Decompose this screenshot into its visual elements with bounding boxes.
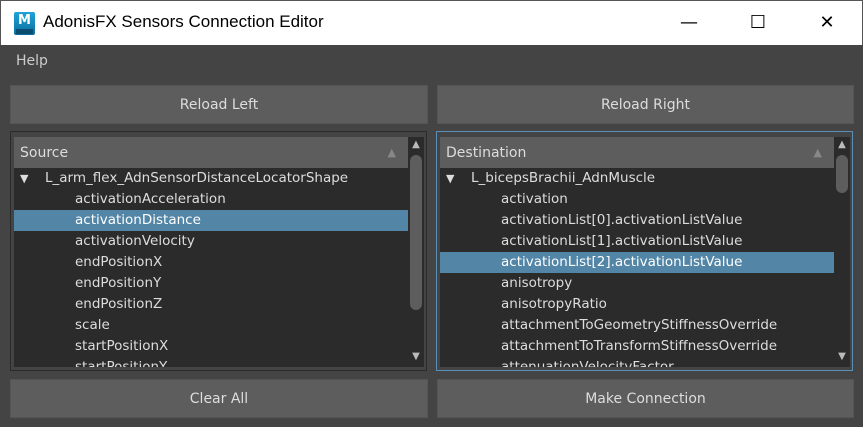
expand-arrow-icon[interactable]: ▼ xyxy=(446,168,454,189)
tree-item-label: endPositionY xyxy=(75,275,162,291)
maximize-button[interactable]: ☐ xyxy=(735,1,781,46)
make-connection-button[interactable]: Make Connection xyxy=(437,379,854,418)
destination-header[interactable]: Destination ▲ xyxy=(440,137,834,168)
tree-item-label: activationVelocity xyxy=(75,233,195,249)
scroll-down-icon: ▼ xyxy=(838,351,846,362)
tree-item-label: anisotropy xyxy=(501,275,573,291)
tree-item[interactable]: endPositionZ xyxy=(14,294,408,315)
tree-item[interactable]: activationDistance xyxy=(14,210,408,231)
tree-item-label: activation xyxy=(501,191,568,207)
tree-item[interactable]: attenuationVelocityFactor xyxy=(440,357,834,367)
reload-right-button[interactable]: Reload Right xyxy=(437,85,854,124)
maya-logo-icon: M xyxy=(14,12,35,35)
tree-item[interactable]: activationList[0].activationListValue xyxy=(440,210,834,231)
destination-tree[interactable]: Destination ▲ ▼ L_bicepsBrachii_AdnMuscle … xyxy=(440,137,834,367)
tree-item-label: activationList[0].activationListValue xyxy=(501,212,743,228)
tree-item-label: activationList[1].activationListValue xyxy=(501,233,743,249)
tree-item[interactable]: endPositionY xyxy=(14,273,408,294)
tree-item[interactable]: startPositionY xyxy=(14,357,408,367)
sort-icon: ▲ xyxy=(813,146,822,159)
tree-item[interactable]: activationList[2].activationListValue xyxy=(440,252,834,273)
sort-icon: ▲ xyxy=(387,146,396,159)
tree-item[interactable]: anisotropyRatio xyxy=(440,294,834,315)
tree-root-item[interactable]: ▼ L_arm_flex_AdnSensorDistanceLocatorShap… xyxy=(14,168,408,189)
tree-item-label: startPositionX xyxy=(75,338,169,354)
tree-item[interactable]: activation xyxy=(440,189,834,210)
source-tree[interactable]: Source ▲ ▼ L_arm_flex_AdnSensorDistanceLoc… xyxy=(14,137,408,367)
tree-item[interactable]: anisotropy xyxy=(440,273,834,294)
scroll-up-icon: ▲ xyxy=(838,139,846,150)
close-button[interactable]: ✕ xyxy=(804,1,850,46)
tree-root-item[interactable]: ▼ L_bicepsBrachii_AdnMuscle xyxy=(440,168,834,189)
tree-item-label: endPositionX xyxy=(75,254,163,270)
tree-item[interactable]: endPositionX xyxy=(14,252,408,273)
tree-item[interactable]: activationVelocity xyxy=(14,231,408,252)
source-scrollbar[interactable]: ▲ ▼ xyxy=(408,137,424,367)
tree-item[interactable]: activationAcceleration xyxy=(14,189,408,210)
destination-panel: Destination ▲ ▼ L_bicepsBrachii_AdnMuscle … xyxy=(436,131,853,371)
tree-item-label: scale xyxy=(75,317,110,333)
tree-item[interactable]: activationList[1].activationListValue xyxy=(440,231,834,252)
tree-item-label: activationDistance xyxy=(75,212,201,228)
tree-item[interactable]: startPositionX xyxy=(14,336,408,357)
scroll-up-icon: ▲ xyxy=(412,139,420,150)
tree-item[interactable]: attachmentToGeometryStiffnessOverride xyxy=(440,315,834,336)
clear-all-button[interactable]: Clear All xyxy=(10,379,428,418)
tree-item[interactable]: scale xyxy=(14,315,408,336)
source-panel: Source ▲ ▼ L_arm_flex_AdnSensorDistanceLoc… xyxy=(10,131,427,371)
minimize-button[interactable]: — xyxy=(666,1,712,46)
source-header[interactable]: Source ▲ xyxy=(14,137,408,168)
reload-left-button[interactable]: Reload Left xyxy=(10,85,428,124)
tree-item-label: anisotropyRatio xyxy=(501,296,607,312)
tree-item-label: attachmentToTransformStiffnessOverride xyxy=(501,338,778,354)
tree-item-label: endPositionZ xyxy=(75,296,163,312)
destination-scrollbar[interactable]: ▲ ▼ xyxy=(834,137,850,367)
tree-item-label: attenuationVelocityFactor xyxy=(501,359,674,367)
window-title: AdonisFX Sensors Connection Editor xyxy=(43,12,324,31)
tree-item[interactable]: attachmentToTransformStiffnessOverride xyxy=(440,336,834,357)
tree-item-label: startPositionY xyxy=(75,359,168,367)
expand-arrow-icon[interactable]: ▼ xyxy=(20,168,28,189)
title-bar: M AdonisFX Sensors Connection Editor — ☐… xyxy=(0,0,863,45)
tree-item-label: attachmentToGeometryStiffnessOverride xyxy=(501,317,778,333)
tree-item-label: activationAcceleration xyxy=(75,191,226,207)
menu-help[interactable]: Help xyxy=(16,53,48,69)
tree-item-label: activationList[2].activationListValue xyxy=(501,254,743,270)
scroll-down-icon: ▼ xyxy=(412,351,420,362)
